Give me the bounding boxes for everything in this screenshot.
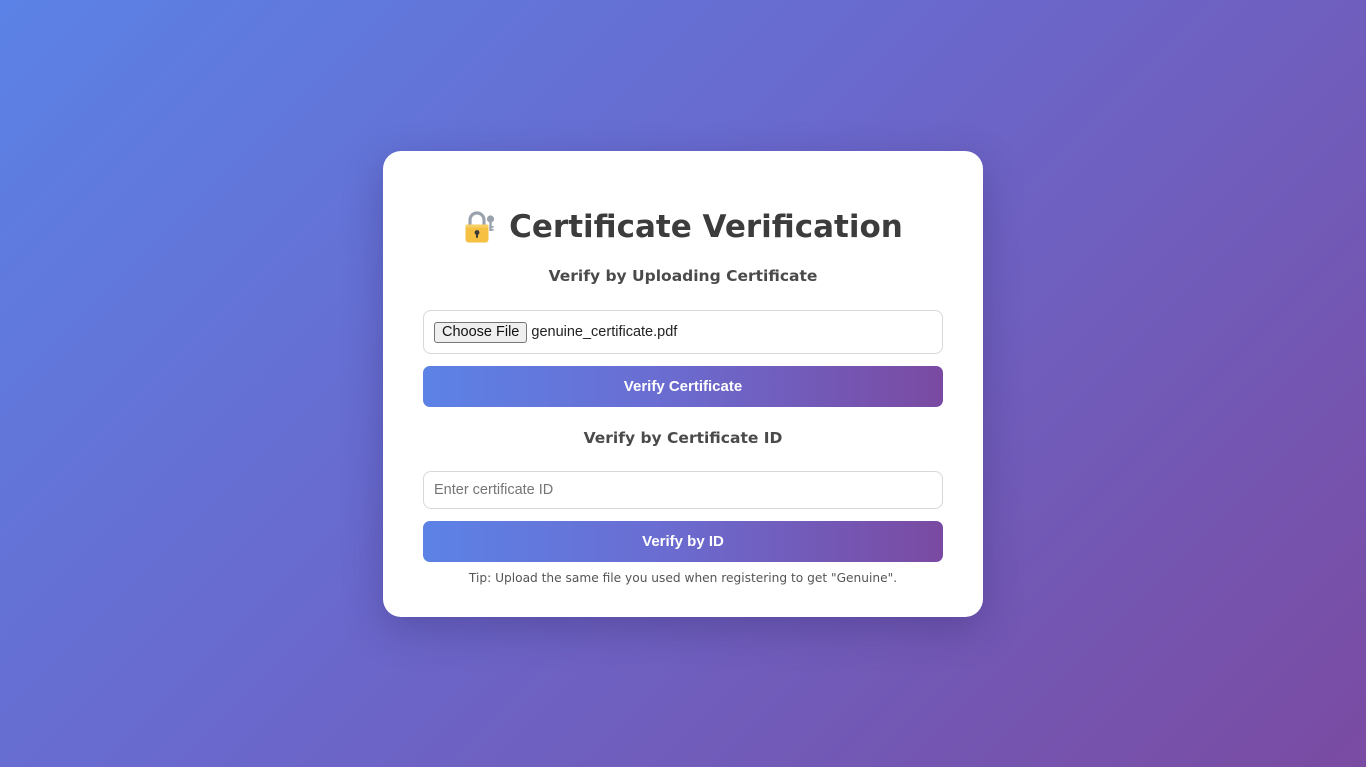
selected-file-name: genuine_certificate.pdf [531,324,678,340]
upload-section-heading: Verify by Uploading Certificate [548,267,818,285]
file-upload-field[interactable]: Choose File genuine_certificate.pdf [423,310,943,354]
tip-text: Tip: Upload the same file you used when … [468,571,898,585]
title-row: Certificate Verification [383,207,983,247]
page-title: Certificate Verification [509,209,903,245]
verify-certificate-button[interactable]: Verify Certificate [423,366,943,407]
locked-with-key-icon [463,210,497,244]
certificate-id-input[interactable] [423,471,943,509]
verify-by-id-button[interactable]: Verify by ID [423,521,943,562]
id-section-heading: Verify by Certificate ID [583,429,783,447]
choose-file-button[interactable]: Choose File [434,321,528,343]
verification-card: Certificate Verification Verify by Uploa… [383,151,983,617]
